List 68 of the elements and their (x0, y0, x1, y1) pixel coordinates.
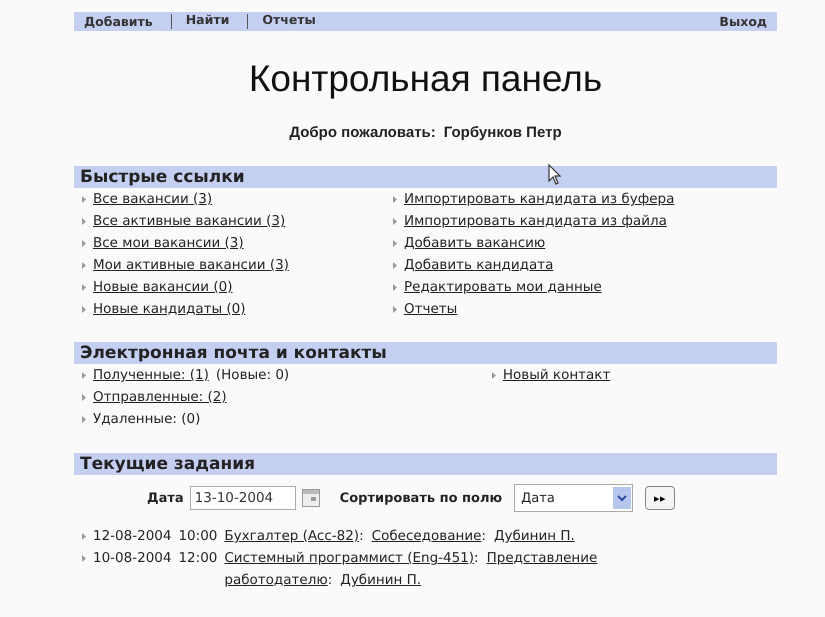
task-time: 12:00 (178, 549, 218, 568)
section-header: Текущие задания (74, 453, 777, 475)
bullet-icon (393, 262, 397, 268)
task-time: 10:00 (178, 527, 218, 546)
date-field[interactable]: 13-10-2004 (190, 486, 296, 510)
cursor-icon (548, 164, 562, 186)
menu-link[interactable]: Найти (170, 14, 230, 29)
bullet-icon (492, 372, 496, 378)
colon-separator: : (481, 528, 486, 544)
go-button[interactable]: ▸▸ (645, 486, 676, 510)
colon-separator: : (359, 528, 364, 544)
bullet-icon (393, 284, 397, 290)
colon-separator: : (474, 550, 479, 566)
mail-folder-link[interactable]: Отправленные: (2) (93, 386, 227, 408)
bullet-icon (82, 284, 86, 290)
quick-link[interactable]: Новые вакансии (0) (93, 276, 232, 298)
bullet-icon (393, 218, 397, 224)
calendar-icon[interactable] (302, 489, 320, 507)
quick-link[interactable]: Редактировать мои данные (404, 276, 602, 298)
bullet-icon (82, 196, 86, 202)
bullet-icon (393, 196, 397, 202)
date-label: Дата (147, 490, 184, 506)
person-link[interactable]: Дубинин П. (340, 569, 422, 591)
event-link[interactable]: Представление (486, 550, 598, 566)
sort-label: Сортировать по полю (340, 490, 502, 506)
new-count: (Новые: 0) (216, 366, 290, 385)
event-link[interactable]: Собеседование (372, 528, 482, 544)
job-link[interactable]: Бухгалтер (Acc-82) (224, 528, 360, 544)
section-header: Электронная почта и контакты (74, 342, 777, 364)
quick-link[interactable]: Добавить вакансию (404, 232, 546, 254)
quick-link[interactable]: Импортировать кандидата из буфера (404, 188, 674, 210)
menu-link[interactable]: Отчеты (247, 14, 316, 29)
colon-separator: : (328, 572, 332, 588)
bullet-icon (82, 306, 86, 312)
chevron-down-icon[interactable] (613, 487, 632, 509)
job-link[interactable]: Системный программист (Eng-451) (224, 550, 474, 566)
quick-link[interactable]: Добавить кандидата (404, 254, 554, 276)
quick-link[interactable]: Все вакансии (3) (93, 188, 212, 210)
task-date: 12-08-2004 (93, 527, 172, 546)
quick-link[interactable]: Все активные вакансии (3) (93, 210, 286, 232)
bullet-icon (82, 240, 86, 246)
quick-link[interactable]: Импортировать кандидата из файла (404, 210, 667, 232)
bullet-icon (82, 416, 86, 422)
task-date: 10-08-2004 (93, 549, 172, 568)
sort-dropdown[interactable]: Дата (514, 484, 634, 512)
quick-link[interactable]: Все мои вакансии (3) (93, 232, 244, 254)
page-title: Контрольная панель (248, 58, 604, 100)
menu-link[interactable]: Добавить (84, 14, 153, 29)
mail-folder-link[interactable]: Полученные: (1) (93, 364, 209, 386)
bullet-icon (82, 262, 86, 268)
bullet-icon (82, 218, 86, 224)
new-contact-link[interactable]: Новый контакт (502, 364, 610, 386)
quick-link[interactable]: Отчеты (404, 298, 458, 320)
bullet-icon (393, 240, 397, 246)
bullet-icon (82, 533, 86, 540)
bullet-icon (393, 306, 397, 312)
bullet-icon (82, 394, 86, 400)
section-header: Быстрые ссылки (74, 166, 777, 188)
quick-link[interactable]: Новые кандидаты (0) (93, 298, 246, 320)
quick-link[interactable]: Мои активные вакансии (3) (93, 254, 289, 276)
welcome-label: Добро пожаловать: (289, 124, 436, 142)
bullet-icon (82, 555, 86, 562)
person-link[interactable]: Дубинин П. (494, 525, 575, 547)
bullet-icon (82, 372, 86, 378)
user-name: Горбунков Петр (444, 124, 562, 142)
logout-link[interactable]: Выход (719, 14, 767, 29)
mail-folder-label: Удаленные: (0) (93, 410, 200, 429)
event-link[interactable]: работодателю (224, 572, 328, 588)
